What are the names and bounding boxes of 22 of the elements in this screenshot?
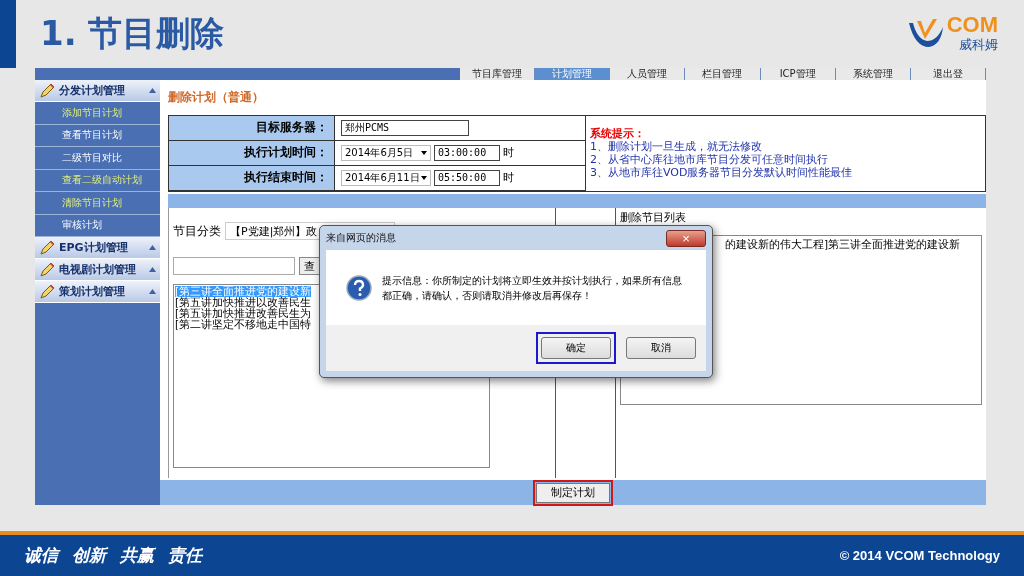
page-title: 删除计划（普通） — [168, 88, 265, 106]
slide-title: 1. 节目删除 — [40, 12, 225, 55]
delete-list-title: 删除节目列表 — [620, 210, 687, 225]
form-label: 执行计划时间： — [169, 140, 335, 166]
hint-title: 系统提示： — [590, 127, 646, 141]
group-title: 分发计划管理 — [59, 83, 125, 98]
group-title: 策划计划管理 — [59, 284, 125, 299]
form-label: 执行结束时间： — [169, 165, 335, 191]
slogan: 责任 — [168, 544, 202, 567]
hint-line: 3、从地市库往VOD服务器节目分发默认时间性能最佳 — [590, 166, 854, 180]
form-label: 目标服务器： — [169, 115, 335, 141]
logo-name: 威科姆 — [959, 36, 998, 54]
hint-line: 1、删除计划一旦生成，就无法修改 — [590, 140, 763, 154]
group-title: EPG计划管理 — [59, 240, 128, 255]
logo-text: COM — [946, 14, 998, 36]
category-label: 节目分类 — [173, 222, 221, 240]
hint-line: 2、从省中心库往地市库节目分发可任意时间执行 — [590, 153, 829, 167]
copyright: © 2014 VCOM Technology — [839, 548, 1000, 563]
slogan: 共赢 — [120, 544, 154, 567]
unit-label: 时 — [503, 145, 514, 161]
group-title: 电视剧计划管理 — [59, 262, 136, 277]
unit-label: 时 — [503, 170, 514, 186]
